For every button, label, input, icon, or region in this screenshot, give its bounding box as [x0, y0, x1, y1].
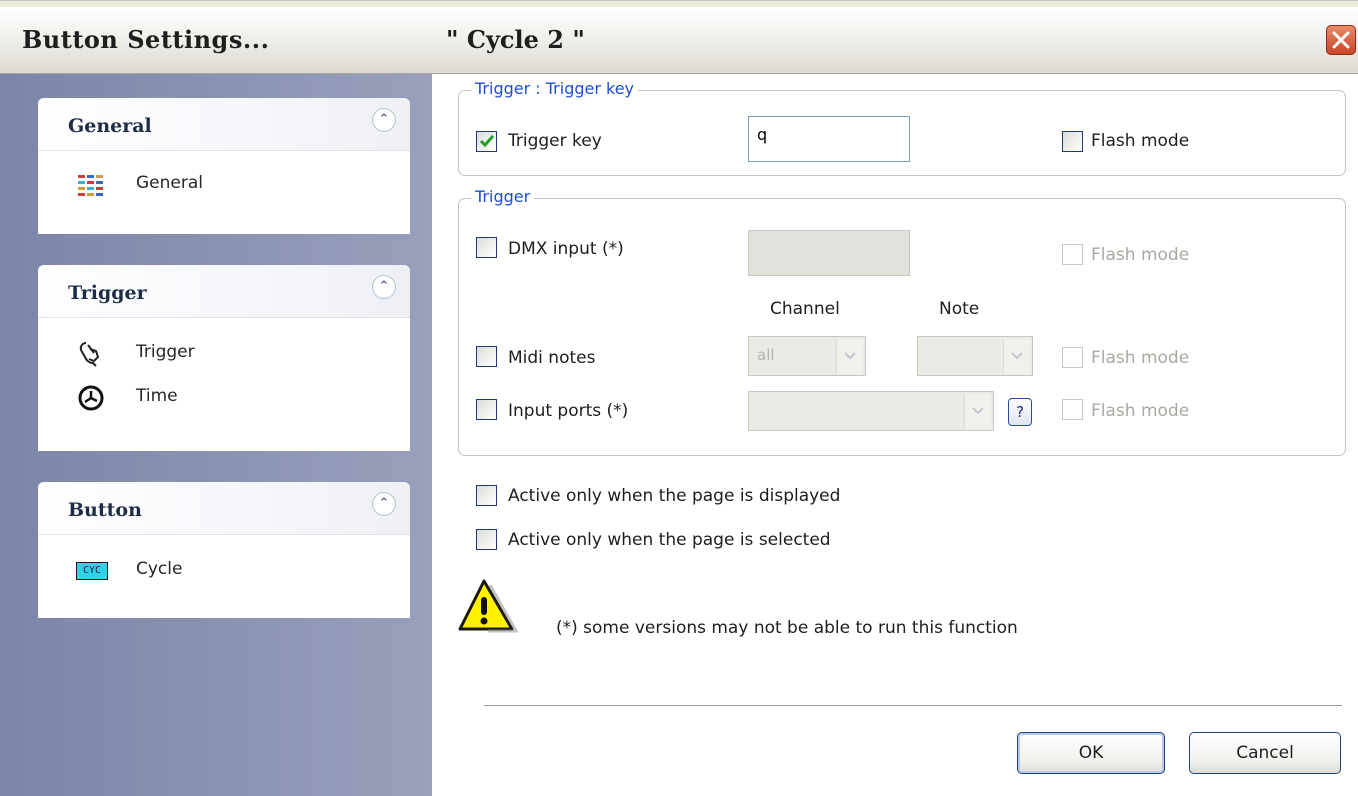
select-value: all	[757, 346, 775, 364]
collapse-button[interactable]: ⌃	[372, 108, 396, 132]
group-legend: Trigger : Trigger key	[471, 79, 639, 98]
sidebar-item-label: Time	[136, 386, 178, 406]
trigger-key-input[interactable]: q	[748, 116, 910, 162]
hand-pointer-icon	[79, 342, 100, 367]
group-title: Trigger	[68, 282, 147, 304]
active-when-displayed-checkbox[interactable]	[476, 485, 497, 506]
flash-mode-label: Flash mode	[1091, 348, 1190, 368]
note-header: Note	[939, 299, 980, 319]
trigger-key-label: Trigger key	[508, 131, 602, 151]
input-ports-select[interactable]	[748, 391, 994, 431]
close-button[interactable]	[1326, 25, 1356, 55]
flash-mode-label: Flash mode	[1091, 245, 1190, 265]
trigger-key-checkbox[interactable]	[476, 131, 497, 152]
sidebar-item-label: General	[136, 173, 203, 193]
general-grid-icon	[78, 175, 103, 196]
dmx-input-field	[748, 230, 910, 276]
group-legend: Trigger	[471, 187, 535, 206]
dialog-title: Button Settings...	[22, 25, 270, 54]
collapse-button[interactable]: ⌃	[372, 275, 396, 299]
sidebar: General ⌃ General Trigger ⌃ Trigger Time…	[0, 74, 432, 796]
close-icon	[1332, 31, 1350, 49]
chevron-down-icon	[844, 352, 856, 360]
midi-notes-checkbox[interactable]	[476, 346, 497, 367]
group-header-button[interactable]: Button ⌃	[38, 482, 410, 535]
sidebar-item-trigger[interactable]: Trigger	[38, 339, 410, 369]
dmx-input-checkbox[interactable]	[476, 237, 497, 258]
sidebar-item-time[interactable]: Time	[38, 383, 410, 413]
chevron-double-up-icon: ⌃	[378, 111, 390, 126]
sidebar-item-label: Trigger	[136, 342, 195, 362]
flash-mode-label: Flash mode	[1091, 401, 1190, 421]
settings-panel: Trigger : Trigger key Trigger key q Flas…	[432, 74, 1358, 796]
group-header-general[interactable]: General ⌃	[38, 98, 410, 151]
collapse-button[interactable]: ⌃	[372, 492, 396, 516]
dropdown-button[interactable]	[964, 394, 991, 429]
cyc-badge-icon: CYC	[76, 562, 108, 580]
channel-header: Channel	[770, 299, 840, 319]
separator	[484, 705, 1342, 706]
midi-notes-label: Midi notes	[508, 348, 596, 368]
ok-button[interactable]: OK	[1017, 732, 1165, 774]
sidebar-group-trigger: Trigger ⌃ Trigger Time	[38, 265, 410, 451]
group-title: Button	[68, 499, 142, 521]
sidebar-item-general[interactable]: General	[38, 170, 410, 200]
button-settings-dialog: Button Settings... " Cycle 2 " General ⌃	[0, 0, 1358, 796]
group-title: General	[68, 115, 152, 137]
chevron-double-up-icon: ⌃	[378, 495, 390, 510]
sidebar-item-label: Cycle	[136, 559, 183, 579]
clock-icon	[78, 385, 104, 411]
midi-flash-mode-checkbox[interactable]	[1062, 347, 1083, 368]
midi-channel-select[interactable]: all	[748, 336, 866, 376]
chevron-down-icon	[1011, 352, 1023, 360]
dropdown-button[interactable]	[836, 339, 863, 374]
active-when-selected-label: Active only when the page is selected	[508, 530, 831, 550]
dropdown-button[interactable]	[1003, 339, 1030, 374]
input-ports-label: Input ports (*)	[508, 401, 629, 421]
warning-text: (*) some versions may not be able to run…	[556, 618, 1018, 638]
chevron-double-up-icon: ⌃	[378, 278, 390, 293]
group-header-trigger[interactable]: Trigger ⌃	[38, 265, 410, 318]
sidebar-group-button: Button ⌃ CYC Cycle	[38, 482, 410, 618]
input-ports-help-button[interactable]: ?	[1008, 398, 1032, 426]
flash-mode-label: Flash mode	[1091, 131, 1190, 151]
input-ports-flash-mode-checkbox[interactable]	[1062, 399, 1083, 420]
chevron-down-icon	[972, 407, 984, 415]
button-name-title: " Cycle 2 "	[446, 25, 585, 54]
sidebar-group-general: General ⌃ General	[38, 98, 410, 234]
input-ports-checkbox[interactable]	[476, 399, 497, 420]
cancel-button[interactable]: Cancel	[1189, 732, 1341, 774]
dmx-input-label: DMX input (*)	[508, 239, 624, 259]
dmx-flash-mode-checkbox[interactable]	[1062, 244, 1083, 265]
checkmark-icon	[479, 135, 495, 148]
warning-icon	[458, 579, 519, 633]
midi-note-select[interactable]	[917, 336, 1033, 376]
trigger-key-flash-mode-checkbox[interactable]	[1062, 131, 1083, 152]
title-bar: Button Settings... " Cycle 2 "	[0, 7, 1358, 74]
sidebar-item-cycle[interactable]: CYC Cycle	[38, 556, 410, 586]
active-when-selected-checkbox[interactable]	[476, 529, 497, 550]
active-when-displayed-label: Active only when the page is displayed	[508, 486, 841, 506]
